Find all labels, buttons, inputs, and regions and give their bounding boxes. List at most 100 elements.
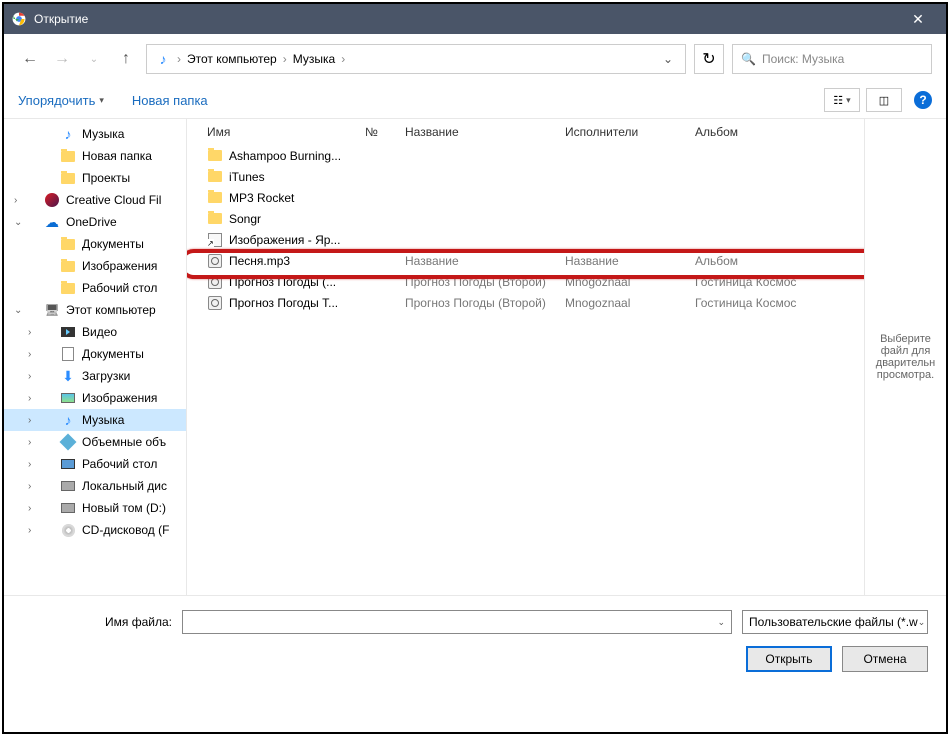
folder-icon (60, 170, 76, 186)
expand-icon[interactable]: ⌄ (14, 305, 26, 316)
file-row[interactable]: iTunes (187, 166, 864, 187)
search-input[interactable]: 🔍 Поиск: Музыка (732, 44, 932, 74)
col-album[interactable]: Альбом (687, 125, 817, 139)
file-row[interactable]: Прогноз Погоды (... Прогноз Погоды (Второ… (187, 271, 864, 292)
organize-button[interactable]: Упорядочить▾ (18, 93, 104, 108)
file-artist: Mnogoznaal (557, 296, 687, 310)
tree-item-label: Проекты (82, 171, 130, 185)
up-button[interactable]: ↑ (114, 47, 138, 71)
tree-item[interactable]: ›Видео (4, 321, 186, 343)
tree-item[interactable]: ⌄ 🖥 Этот компьютер (4, 299, 186, 321)
breadcrumb-item[interactable]: Музыка (289, 52, 339, 66)
file-row[interactable]: MP3 Rocket (187, 187, 864, 208)
tree-item[interactable]: › CD-дисковод (F (4, 519, 186, 541)
col-name[interactable]: Имя (187, 125, 357, 139)
folder-icon (60, 148, 76, 164)
folder-icon (60, 280, 76, 296)
tree-item-label: Локальный дис (82, 479, 167, 493)
window-title: Открытие (34, 12, 898, 26)
expand-icon[interactable]: › (28, 437, 40, 448)
file-name: MP3 Rocket (229, 191, 294, 205)
file-row[interactable]: Изображения - Яр... (187, 229, 864, 250)
file-name: Прогноз Погоды (... (229, 275, 336, 289)
3d-icon (60, 434, 76, 450)
tree-item[interactable]: ›♪Музыка (4, 409, 186, 431)
refresh-button[interactable]: ↻ (694, 44, 724, 74)
expand-icon[interactable]: › (28, 481, 40, 492)
file-type-filter[interactable]: Пользовательские файлы (*.w⌄ (742, 610, 928, 634)
chevron-icon: › (281, 52, 289, 66)
tree-item[interactable]: ›Creative Cloud Fil (4, 189, 186, 211)
expand-icon[interactable]: › (28, 415, 40, 426)
col-title[interactable]: Название (397, 125, 557, 139)
search-icon: 🔍 (741, 52, 756, 66)
help-button[interactable]: ? (914, 91, 932, 109)
file-title: Прогноз Погоды (Второй) (397, 275, 557, 289)
open-button[interactable]: Открыть (746, 646, 832, 672)
view-mode-button[interactable]: ☷ ▾ (824, 88, 860, 112)
tree-item[interactable]: ›Новый том (D:) (4, 497, 186, 519)
tree-item[interactable]: ›Документы (4, 343, 186, 365)
shortcut-icon (207, 232, 223, 248)
tree-item[interactable]: › Локальный дис (4, 475, 186, 497)
tree-item-label: CD-дисковод (F (82, 523, 169, 537)
expand-icon[interactable]: › (28, 371, 40, 382)
file-name: Songr (229, 212, 261, 226)
tree-item-label: Новая папка (82, 149, 152, 163)
file-row[interactable]: Песня.mp3НазваниеНазваниеАльбом (187, 250, 864, 271)
new-folder-button[interactable]: Новая папка (132, 93, 208, 108)
tree-item[interactable]: › Рабочий стол (4, 453, 186, 475)
file-artist: Mnogoznaal (557, 275, 687, 289)
tree-item[interactable]: ⌄☁OneDrive (4, 211, 186, 233)
tree-item-label: Рабочий стол (82, 457, 157, 471)
col-artist[interactable]: Исполнители (557, 125, 687, 139)
tree-item[interactable]: ›⬇Загрузки (4, 365, 186, 387)
expand-icon[interactable]: › (28, 349, 40, 360)
file-title: Прогноз Погоды (Второй) (397, 296, 557, 310)
expand-icon[interactable]: › (14, 195, 26, 206)
expand-icon[interactable]: › (28, 503, 40, 514)
tree-item[interactable]: Проекты (4, 167, 186, 189)
folder-icon (60, 258, 76, 274)
expand-icon[interactable]: › (28, 459, 40, 470)
expand-icon[interactable]: › (28, 393, 40, 404)
tree-item[interactable]: Документы (4, 233, 186, 255)
preview-text: Выберите файл для дварительн просмотра. (869, 333, 942, 381)
tree-item-label: Рабочий стол (82, 281, 157, 295)
expand-icon[interactable]: ⌄ (14, 217, 26, 228)
file-name: iTunes (229, 170, 265, 184)
file-row[interactable]: Songr (187, 208, 864, 229)
tree-item[interactable]: ♪Музыка (4, 123, 186, 145)
computer-icon: 🖥 (44, 302, 60, 318)
tree-item[interactable]: ›Объемные объ (4, 431, 186, 453)
tree-item[interactable]: Новая папка (4, 145, 186, 167)
breadcrumb-bar[interactable]: ♪ › Этот компьютер › Музыка › ⌄ (146, 44, 686, 74)
tree-item[interactable]: Изображения (4, 255, 186, 277)
expand-icon[interactable]: › (28, 327, 40, 338)
folder-icon (207, 148, 223, 164)
search-placeholder: Поиск: Музыка (762, 52, 844, 66)
file-title: Название (397, 254, 557, 268)
document-icon (60, 346, 76, 362)
preview-pane-button[interactable]: ◫ (866, 88, 902, 112)
recent-dropdown[interactable]: ⌄ (82, 47, 106, 71)
tree-item-label: OneDrive (66, 215, 117, 229)
breadcrumb-item[interactable]: Этот компьютер (183, 52, 281, 66)
tree-item-label: Музыка (82, 413, 124, 427)
breadcrumb-dropdown[interactable]: ⌄ (655, 52, 681, 66)
file-row[interactable]: Ashampoo Burning... (187, 145, 864, 166)
expand-icon[interactable]: › (28, 525, 40, 536)
tree-item[interactable]: Рабочий стол (4, 277, 186, 299)
cancel-button[interactable]: Отмена (842, 646, 928, 672)
tree-item-label: Документы (82, 237, 144, 251)
tree-item[interactable]: ›Изображения (4, 387, 186, 409)
forward-button[interactable]: → (50, 47, 74, 71)
file-row[interactable]: Прогноз Погоды Т...Прогноз Погоды (Второ… (187, 292, 864, 313)
filename-input[interactable]: ⌄ (182, 610, 732, 634)
close-button[interactable]: ✕ (898, 11, 938, 28)
back-button[interactable]: ← (18, 47, 42, 71)
col-num[interactable]: № (357, 125, 397, 139)
tree-item-label: Этот компьютер (66, 303, 156, 317)
music-icon: ♪ (60, 126, 76, 142)
folder-icon (207, 190, 223, 206)
